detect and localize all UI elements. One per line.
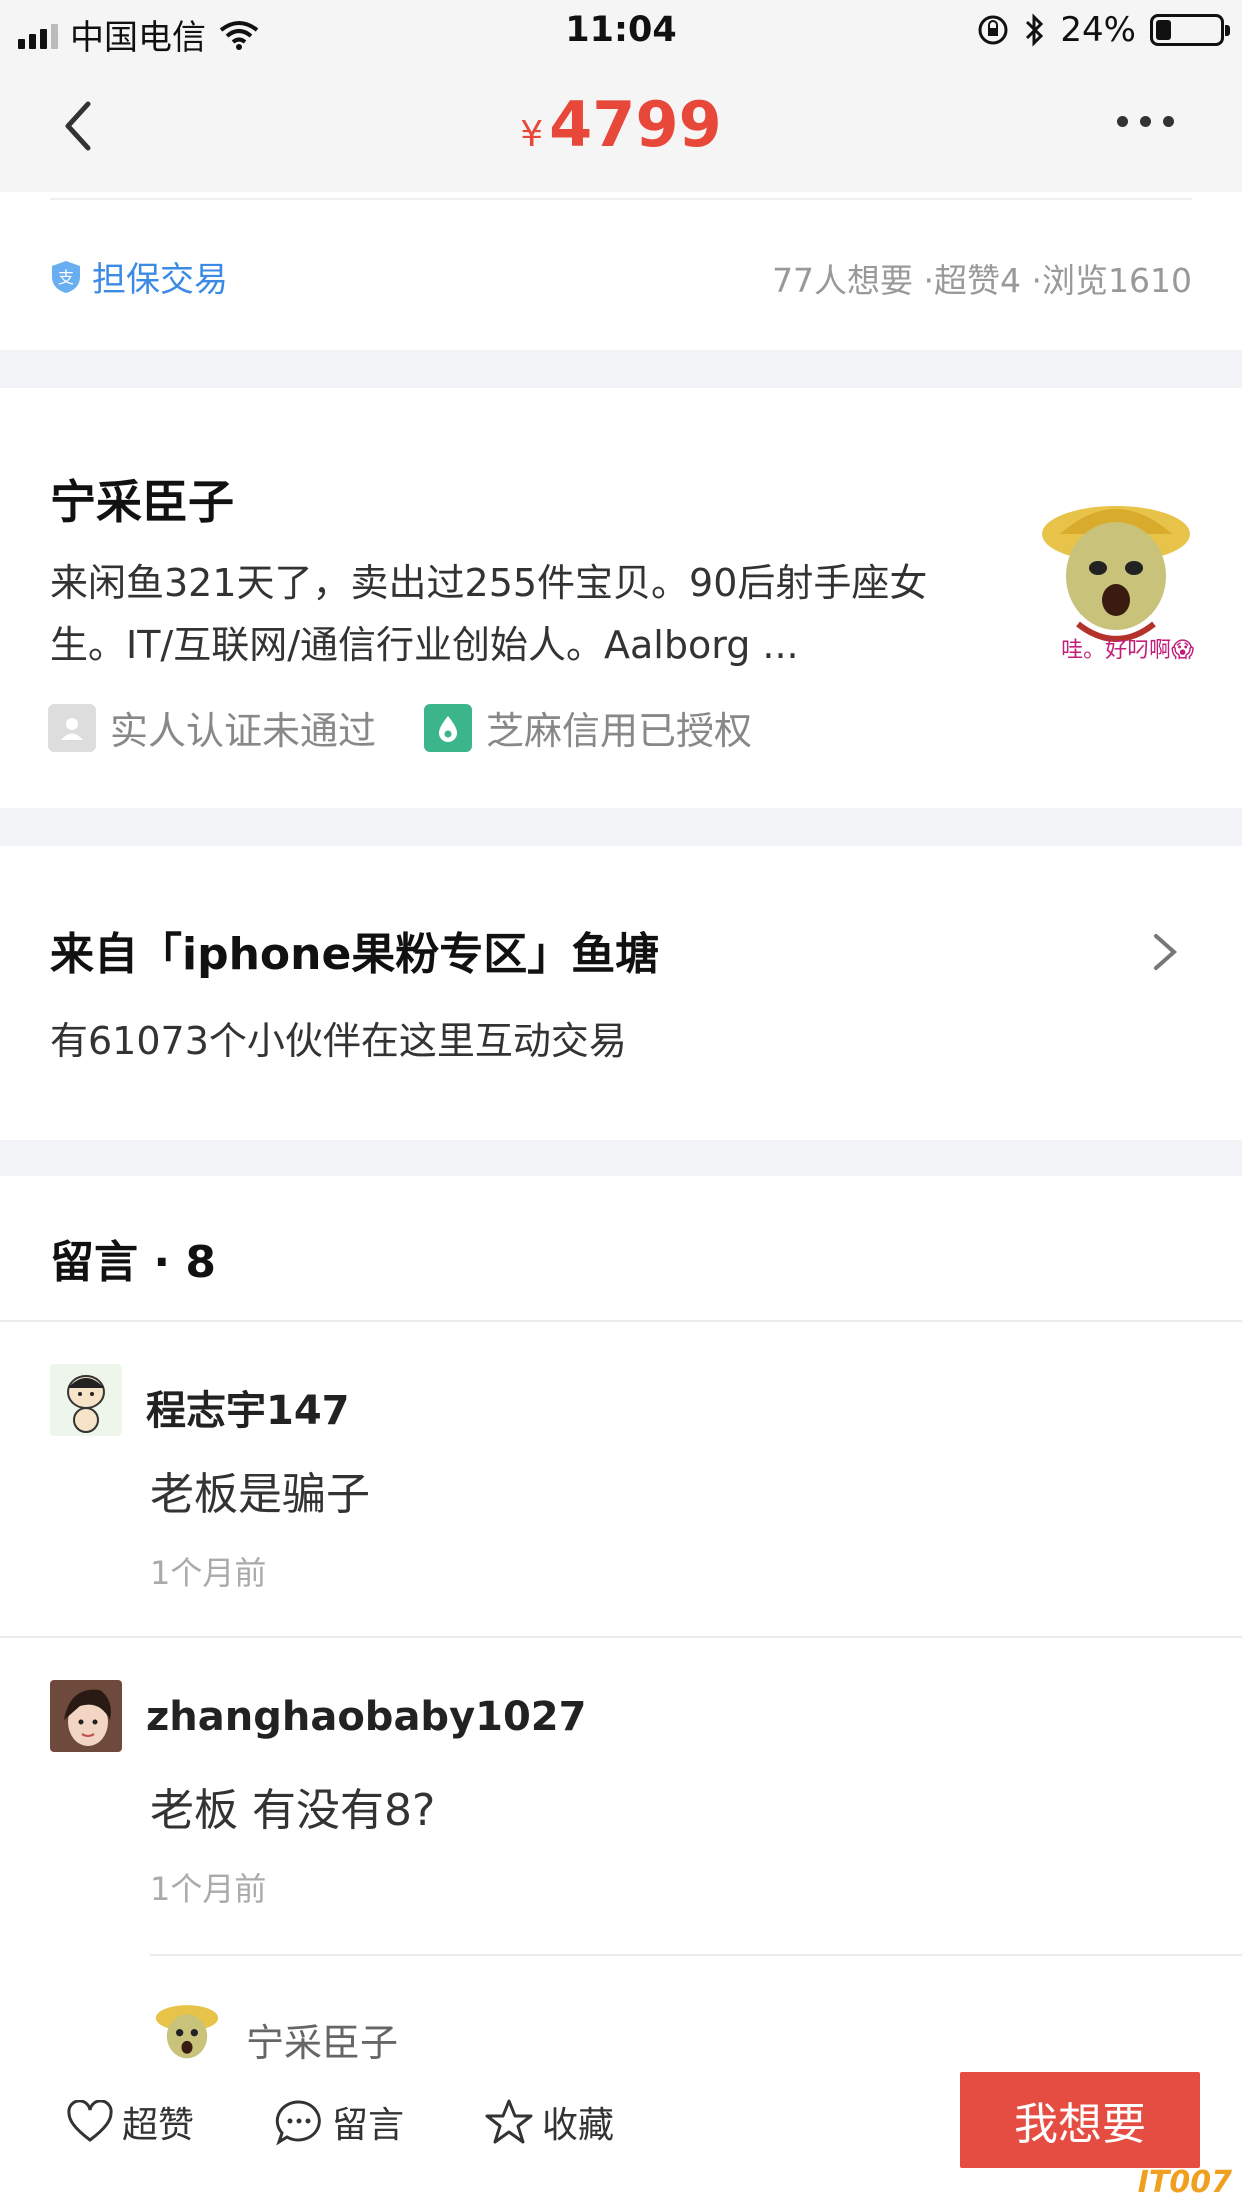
comment-avatar[interactable] <box>50 1680 122 1752</box>
like-label: 超赞 <box>122 2105 195 2146</box>
currency-symbol: ¥ <box>520 114 544 155</box>
divider <box>0 1320 1242 1322</box>
comments-title: 留言 · 8 <box>50 1237 216 1288</box>
shield-icon: 支 <box>52 260 80 293</box>
star-icon <box>485 2099 533 2144</box>
favorite-label: 收藏 <box>542 2105 615 2146</box>
comment-time: 1个月前 <box>150 1870 267 1908</box>
svg-text:支: 支 <box>58 268 74 287</box>
watermark-logo: IT007 <box>1137 2165 1232 2200</box>
guarantee-label: 担保交易 <box>92 260 228 300</box>
bottom-bar: 超赞 留言 收藏 我想要 IT007 <box>0 2066 1242 2208</box>
like-button[interactable]: 超赞 <box>66 2096 194 2148</box>
divider <box>150 1954 1242 1956</box>
seller-name[interactable]: 宁采臣子 <box>50 466 234 532</box>
price: ¥4799 <box>0 88 1242 161</box>
bluetooth-icon <box>1026 13 1044 47</box>
comment-text: 老板是骗子 <box>150 1469 370 1520</box>
favorite-button[interactable]: 收藏 <box>484 2096 614 2148</box>
comment-label: 留言 <box>332 2105 405 2146</box>
divider <box>0 1636 1242 1638</box>
status-right: 24% <box>976 10 1230 50</box>
comment-avatar[interactable] <box>50 1364 122 1436</box>
zhima-icon <box>424 703 473 752</box>
guarantee-link[interactable]: 支 担保交易 <box>50 252 228 301</box>
comment-user[interactable]: 程志宇147 <box>146 1378 350 1436</box>
status-bar: 中国电信 11:04 24% <box>0 0 1242 60</box>
comment-bubble-icon <box>275 2100 321 2146</box>
chevron-right-icon[interactable] <box>1150 930 1180 974</box>
heart-icon <box>67 2100 113 2142</box>
reply-avatar[interactable] <box>154 1996 220 2062</box>
divider <box>50 198 1192 200</box>
more-icon[interactable] <box>1117 116 1174 127</box>
section-gap <box>0 1140 1242 1176</box>
person-icon <box>48 703 96 752</box>
nav-bar: ¥4799 <box>0 60 1242 192</box>
comment-time: 1个月前 <box>150 1554 267 1592</box>
section-gap <box>0 350 1242 388</box>
comment-text: 老板 有没有8? <box>150 1785 436 1836</box>
pond-title[interactable]: 来自「iphone果粉专区」鱼塘 <box>50 918 659 982</box>
battery-level <box>1156 20 1171 40</box>
battery-percent: 24% <box>1060 10 1136 50</box>
pond-subtitle: 有61073个小伙伴在这里互动交易 <box>50 1019 627 1063</box>
seller-badges: 实人认证未通过 芝麻信用已授权 <box>48 700 752 755</box>
want-button[interactable]: 我想要 <box>960 2072 1200 2168</box>
price-value: 4799 <box>549 88 722 161</box>
comment-user[interactable]: zhanghaobaby1027 <box>146 1694 586 1740</box>
section-gap <box>0 808 1242 846</box>
rotation-lock-icon <box>978 15 1008 45</box>
item-stats: 77人想要 ·超赞4 ·浏览1610 <box>772 261 1192 300</box>
real-name-badge: 实人认证未通过 <box>110 709 377 753</box>
battery-icon <box>1150 14 1230 46</box>
avatar-caption: 哇。好叼啊😱 <box>1061 638 1194 663</box>
seller-bio: 来闲鱼321天了，卖出过255件宝贝。90后射手座女生。IT/互联网/通信行业创… <box>50 561 928 667</box>
zhima-badge: 芝麻信用已授权 <box>486 709 753 753</box>
reply-user[interactable]: 宁采臣子 <box>246 2012 398 2067</box>
comment-button[interactable]: 留言 <box>274 2096 404 2148</box>
